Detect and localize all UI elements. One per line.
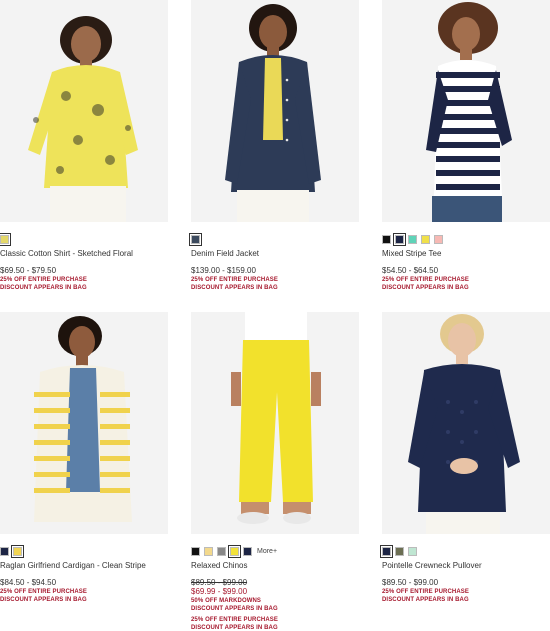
product-price: $69.50 - $79.50: [0, 266, 57, 275]
promo-line: 25% OFF ENTIRE PURCHASE: [0, 277, 87, 283]
product-price: $54.50 - $64.50: [382, 266, 439, 275]
promo-line: DISCOUNT APPEARS IN BAG: [382, 597, 469, 603]
color-swatch[interactable]: [243, 547, 252, 556]
promo-line: 25% OFF ENTIRE PURCHASE: [191, 617, 278, 623]
color-swatch[interactable]: [191, 547, 200, 556]
product-image[interactable]: [0, 0, 168, 222]
promo-line: 25% OFF ENTIRE PURCHASE: [191, 277, 278, 283]
color-swatches: [382, 233, 443, 246]
product-image[interactable]: [382, 312, 550, 534]
promo-line: 25% OFF ENTIRE PURCHASE: [382, 277, 469, 283]
color-swatch[interactable]: [434, 235, 443, 244]
color-swatch[interactable]: [408, 547, 417, 556]
original-price: $89.50 - $99.00: [191, 578, 248, 587]
color-swatch[interactable]: [0, 233, 11, 246]
product-image[interactable]: [0, 312, 168, 534]
product-name[interactable]: Mixed Stripe Tee: [382, 249, 441, 258]
product-name[interactable]: Relaxed Chinos: [191, 561, 247, 570]
color-swatches: More+: [191, 545, 277, 558]
color-swatch[interactable]: [382, 235, 391, 244]
product-price: $139.00 - $159.00: [191, 266, 256, 275]
color-swatches: [380, 545, 417, 558]
color-swatch[interactable]: [395, 547, 404, 556]
promo-line: DISCOUNT APPEARS IN BAG: [0, 285, 87, 291]
color-swatch[interactable]: [204, 547, 213, 556]
product-name[interactable]: Denim Field Jacket: [191, 249, 259, 258]
promo-line: DISCOUNT APPEARS IN BAG: [191, 285, 278, 291]
color-swatch[interactable]: [217, 547, 226, 556]
promo-line: DISCOUNT APPEARS IN BAG: [191, 625, 278, 631]
color-swatch[interactable]: [228, 545, 241, 558]
product-price: $84.50 - $94.50: [0, 578, 57, 587]
promo-line: DISCOUNT APPEARS IN BAG: [382, 285, 469, 291]
product-image[interactable]: [191, 0, 359, 222]
sale-price: $69.99 - $99.00: [191, 587, 248, 596]
color-swatch[interactable]: [408, 235, 417, 244]
color-swatches: [189, 233, 202, 246]
product-image[interactable]: [382, 0, 550, 222]
product-name[interactable]: Pointelle Crewneck Pullover: [382, 561, 482, 570]
color-swatches: [0, 545, 24, 558]
product-name[interactable]: Classic Cotton Shirt - Sketched Floral: [0, 249, 133, 258]
color-swatch[interactable]: [0, 547, 9, 556]
color-swatch[interactable]: [189, 233, 202, 246]
color-swatches: [0, 233, 11, 246]
product-price: $89.50 - $99.00: [382, 578, 439, 587]
color-swatch[interactable]: [380, 545, 393, 558]
more-colors-link[interactable]: More+: [257, 548, 277, 555]
promo-line: 50% OFF MARKDOWNS: [191, 598, 262, 604]
color-swatch[interactable]: [421, 235, 430, 244]
color-swatch[interactable]: [11, 545, 24, 558]
promo-line: 25% OFF ENTIRE PURCHASE: [0, 589, 87, 595]
product-image[interactable]: [191, 312, 359, 534]
promo-line: DISCOUNT APPEARS IN BAG: [191, 606, 278, 612]
promo-line: DISCOUNT APPEARS IN BAG: [0, 597, 87, 603]
promo-line: 25% OFF ENTIRE PURCHASE: [382, 589, 469, 595]
color-swatch[interactable]: [393, 233, 406, 246]
product-name[interactable]: Raglan Girlfriend Cardigan - Clean Strip…: [0, 561, 146, 570]
